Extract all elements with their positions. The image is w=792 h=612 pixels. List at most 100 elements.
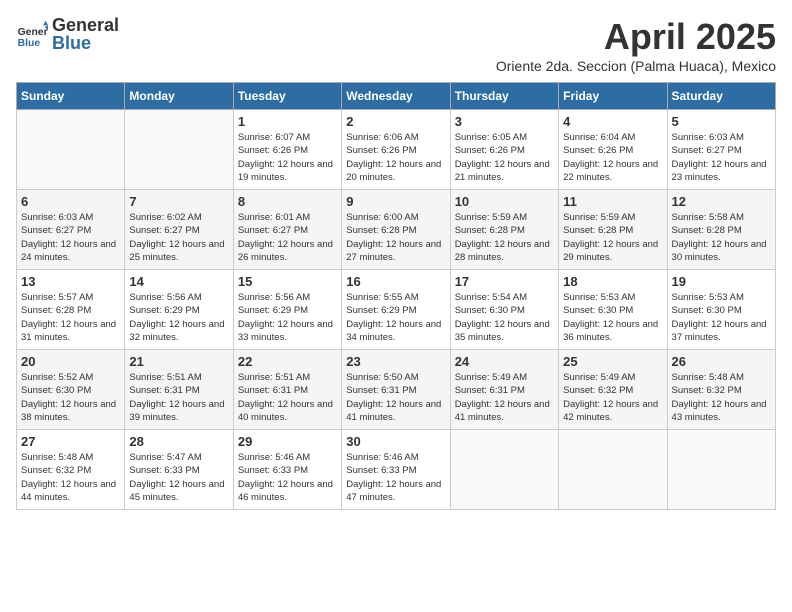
calendar-cell: 23 Sunrise: 5:50 AMSunset: 6:31 PMDayligh… — [342, 350, 450, 430]
calendar-cell: 22Sunrise: 5:51 AMSunset: 6:31 PMDayligh… — [233, 350, 341, 430]
day-number: 23 — [346, 354, 445, 369]
calendar-cell: 20 Sunrise: 5:52 AMSunset: 6:30 PMDayligh… — [17, 350, 125, 430]
calendar-week-row: 1 Sunrise: 6:07 AMSunset: 6:26 PMDaylight… — [17, 110, 776, 190]
day-detail: Sunrise: 6:01 AMSunset: 6:27 PMDaylight:… — [238, 211, 337, 264]
calendar-cell: 29Sunrise: 5:46 AMSunset: 6:33 PMDayligh… — [233, 430, 341, 510]
day-detail: Sunrise: 5:48 AMSunset: 6:32 PMDaylight:… — [21, 451, 120, 504]
day-number: 4 — [563, 114, 662, 129]
day-detail: Sunrise: 6:04 AMSunset: 6:26 PMDaylight:… — [563, 131, 662, 184]
calendar-cell: 21 Sunrise: 5:51 AMSunset: 6:31 PMDayligh… — [125, 350, 233, 430]
day-detail: Sunrise: 5:51 AMSunset: 6:31 PMDaylight:… — [238, 371, 337, 424]
day-number: 25 — [563, 354, 662, 369]
calendar-cell — [17, 110, 125, 190]
day-detail: Sunrise: 5:47 AMSunset: 6:33 PMDaylight:… — [129, 451, 228, 504]
day-detail: Sunrise: 5:59 AMSunset: 6:28 PMDaylight:… — [455, 211, 554, 264]
day-detail: Sunrise: 6:02 AMSunset: 6:27 PMDaylight:… — [129, 211, 228, 264]
month-title: April 2025 — [496, 16, 776, 58]
day-header-thursday: Thursday — [450, 83, 558, 110]
day-header-monday: Monday — [125, 83, 233, 110]
day-number: 7 — [129, 194, 228, 209]
calendar-cell: 11Sunrise: 5:59 AMSunset: 6:28 PMDayligh… — [559, 190, 667, 270]
subtitle: Oriente 2da. Seccion (Palma Huaca), Mexi… — [496, 58, 776, 74]
logo-icon: General Blue — [16, 19, 48, 51]
calendar-cell: 13 Sunrise: 5:57 AMSunset: 6:28 PMDayligh… — [17, 270, 125, 350]
svg-text:General: General — [18, 27, 48, 38]
day-number: 3 — [455, 114, 554, 129]
day-number: 2 — [346, 114, 445, 129]
calendar-cell: 18Sunrise: 5:53 AMSunset: 6:30 PMDayligh… — [559, 270, 667, 350]
day-detail: Sunrise: 5:54 AMSunset: 6:30 PMDaylight:… — [455, 291, 554, 344]
day-number: 15 — [238, 274, 337, 289]
day-detail: Sunrise: 5:46 AMSunset: 6:33 PMDaylight:… — [238, 451, 337, 504]
calendar-cell: 5Sunrise: 6:03 AMSunset: 6:27 PMDaylight… — [667, 110, 775, 190]
calendar-week-row: 6Sunrise: 6:03 AMSunset: 6:27 PMDaylight… — [17, 190, 776, 270]
calendar-cell: 15Sunrise: 5:56 AMSunset: 6:29 PMDayligh… — [233, 270, 341, 350]
day-detail: Sunrise: 5:50 AMSunset: 6:31 PMDaylight:… — [346, 371, 445, 424]
calendar-cell: 19 Sunrise: 5:53 AMSunset: 6:30 PMDayligh… — [667, 270, 775, 350]
logo: General Blue General Blue — [16, 16, 119, 54]
calendar-week-row: 27 Sunrise: 5:48 AMSunset: 6:32 PMDayligh… — [17, 430, 776, 510]
day-number: 26 — [672, 354, 771, 369]
calendar-table: SundayMondayTuesdayWednesdayThursdayFrid… — [16, 82, 776, 510]
calendar-cell: 24 Sunrise: 5:49 AMSunset: 6:31 PMDayligh… — [450, 350, 558, 430]
day-detail: Sunrise: 5:51 AMSunset: 6:31 PMDaylight:… — [129, 371, 228, 424]
calendar-cell — [559, 430, 667, 510]
calendar-cell: 1 Sunrise: 6:07 AMSunset: 6:26 PMDaylight… — [233, 110, 341, 190]
day-number: 16 — [346, 274, 445, 289]
calendar-cell — [450, 430, 558, 510]
day-number: 17 — [455, 274, 554, 289]
day-number: 24 — [455, 354, 554, 369]
day-number: 13 — [21, 274, 120, 289]
day-detail: Sunrise: 5:59 AMSunset: 6:28 PMDaylight:… — [563, 211, 662, 264]
calendar-cell: 10 Sunrise: 5:59 AMSunset: 6:28 PMDayligh… — [450, 190, 558, 270]
logo-blue-text: Blue — [52, 34, 119, 54]
day-number: 10 — [455, 194, 554, 209]
day-detail: Sunrise: 6:00 AMSunset: 6:28 PMDaylight:… — [346, 211, 445, 264]
day-number: 20 — [21, 354, 120, 369]
day-detail: Sunrise: 5:52 AMSunset: 6:30 PMDaylight:… — [21, 371, 120, 424]
calendar-cell: 8 Sunrise: 6:01 AMSunset: 6:27 PMDaylight… — [233, 190, 341, 270]
day-number: 8 — [238, 194, 337, 209]
day-detail: Sunrise: 5:53 AMSunset: 6:30 PMDaylight:… — [672, 291, 771, 344]
calendar-week-row: 13 Sunrise: 5:57 AMSunset: 6:28 PMDayligh… — [17, 270, 776, 350]
day-header-sunday: Sunday — [17, 83, 125, 110]
day-detail: Sunrise: 5:49 AMSunset: 6:31 PMDaylight:… — [455, 371, 554, 424]
day-detail: Sunrise: 5:58 AMSunset: 6:28 PMDaylight:… — [672, 211, 771, 264]
day-header-tuesday: Tuesday — [233, 83, 341, 110]
calendar-cell: 25Sunrise: 5:49 AMSunset: 6:32 PMDayligh… — [559, 350, 667, 430]
svg-text:Blue: Blue — [18, 38, 41, 49]
day-detail: Sunrise: 6:07 AMSunset: 6:26 PMDaylight:… — [238, 131, 337, 184]
calendar-cell: 26 Sunrise: 5:48 AMSunset: 6:32 PMDayligh… — [667, 350, 775, 430]
calendar-cell: 12Sunrise: 5:58 AMSunset: 6:28 PMDayligh… — [667, 190, 775, 270]
day-number: 21 — [129, 354, 228, 369]
day-number: 1 — [238, 114, 337, 129]
day-detail: Sunrise: 6:06 AMSunset: 6:26 PMDaylight:… — [346, 131, 445, 184]
day-number: 27 — [21, 434, 120, 449]
day-detail: Sunrise: 5:57 AMSunset: 6:28 PMDaylight:… — [21, 291, 120, 344]
day-header-saturday: Saturday — [667, 83, 775, 110]
day-number: 18 — [563, 274, 662, 289]
calendar-cell: 9 Sunrise: 6:00 AMSunset: 6:28 PMDaylight… — [342, 190, 450, 270]
day-number: 19 — [672, 274, 771, 289]
day-detail: Sunrise: 5:46 AMSunset: 6:33 PMDaylight:… — [346, 451, 445, 504]
calendar-cell — [667, 430, 775, 510]
day-number: 28 — [129, 434, 228, 449]
day-header-wednesday: Wednesday — [342, 83, 450, 110]
page-header: General Blue General Blue April 2025 Ori… — [16, 16, 776, 74]
calendar-header-row: SundayMondayTuesdayWednesdayThursdayFrid… — [17, 83, 776, 110]
day-number: 6 — [21, 194, 120, 209]
calendar-cell: 3 Sunrise: 6:05 AMSunset: 6:26 PMDaylight… — [450, 110, 558, 190]
calendar-cell: 4 Sunrise: 6:04 AMSunset: 6:26 PMDaylight… — [559, 110, 667, 190]
day-number: 14 — [129, 274, 228, 289]
day-detail: Sunrise: 6:05 AMSunset: 6:26 PMDaylight:… — [455, 131, 554, 184]
day-detail: Sunrise: 5:55 AMSunset: 6:29 PMDaylight:… — [346, 291, 445, 344]
day-number: 5 — [672, 114, 771, 129]
calendar-cell: 14Sunrise: 5:56 AMSunset: 6:29 PMDayligh… — [125, 270, 233, 350]
calendar-cell: 7 Sunrise: 6:02 AMSunset: 6:27 PMDaylight… — [125, 190, 233, 270]
calendar-week-row: 20 Sunrise: 5:52 AMSunset: 6:30 PMDayligh… — [17, 350, 776, 430]
day-header-friday: Friday — [559, 83, 667, 110]
calendar-cell — [125, 110, 233, 190]
calendar-cell: 30Sunrise: 5:46 AMSunset: 6:33 PMDayligh… — [342, 430, 450, 510]
day-detail: Sunrise: 5:48 AMSunset: 6:32 PMDaylight:… — [672, 371, 771, 424]
day-number: 9 — [346, 194, 445, 209]
